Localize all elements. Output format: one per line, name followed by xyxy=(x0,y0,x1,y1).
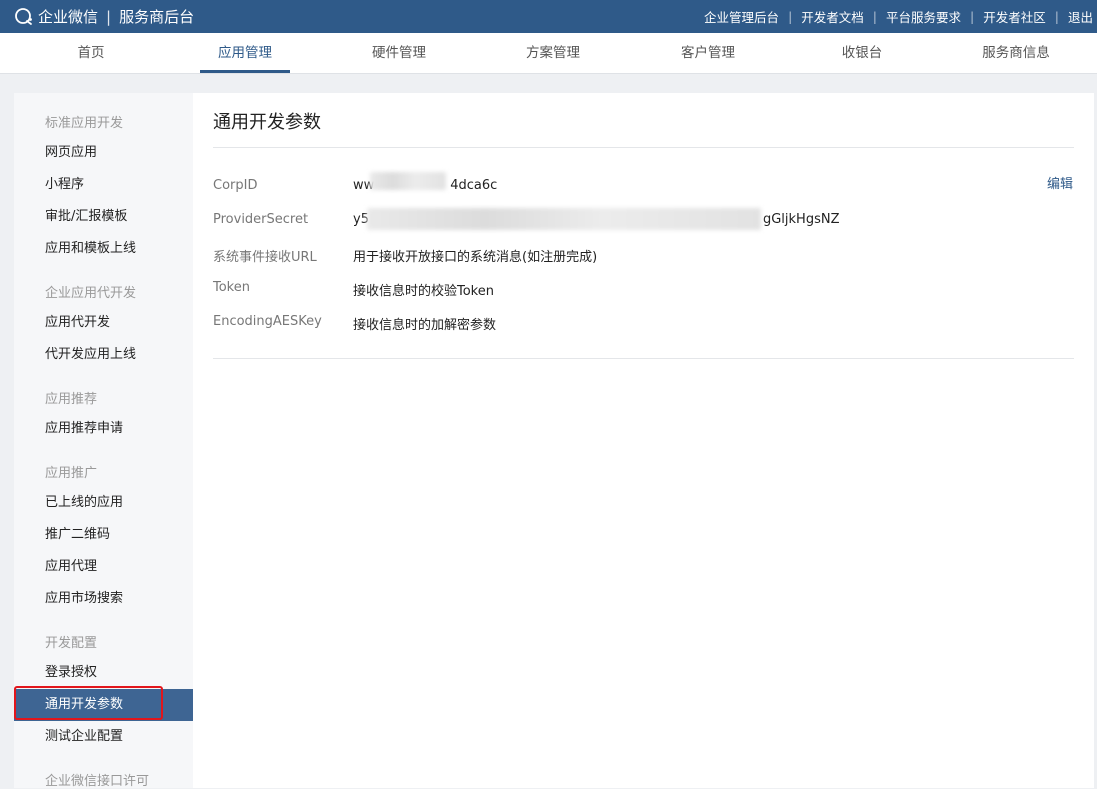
brand-name: 企业微信 xyxy=(38,8,99,26)
main-content: 通用开发参数 编辑 CorpID ww 4dca6c ProviderSecret… xyxy=(193,93,1094,788)
nav-provider-info[interactable]: 服务商信息 xyxy=(978,33,1054,73)
section-divider xyxy=(213,358,1074,359)
nav-solution-management[interactable]: 方案管理 xyxy=(522,33,584,73)
sidebar-item-mini-program[interactable]: 小程序 xyxy=(14,169,193,201)
sidebar-group-app-recommend: 应用推荐 xyxy=(45,392,98,407)
top-bar: 企业微信 | 服务商后台 企业管理后台 | 开发者文档 | 平台服务要求 | 开… xyxy=(0,0,1097,33)
link-logout[interactable]: 退出 xyxy=(1068,7,1093,26)
sidebar-item-app-agent[interactable]: 应用代理 xyxy=(14,551,193,583)
provider-secret-suffix: gGljkHgsNZ xyxy=(762,212,840,227)
sidebar-item-web-app[interactable]: 网页应用 xyxy=(14,137,193,169)
sidebar-item-recommend-apply[interactable]: 应用推荐申请 xyxy=(14,413,193,445)
link-developer-docs[interactable]: 开发者文档 xyxy=(801,7,864,26)
top-links: 企业管理后台 | 开发者文档 | 平台服务要求 | 开发者社区 | 退出 xyxy=(704,0,1093,33)
sidebar-group-interface-license: 企业微信接口许可 xyxy=(45,774,150,789)
token-label: Token xyxy=(213,280,250,295)
brand-separator: | xyxy=(106,7,112,26)
nav-home[interactable]: 首页 xyxy=(60,33,122,73)
sidebar-item-custom-dev[interactable]: 应用代开发 xyxy=(14,307,193,339)
event-url-value: 用于接收开放接口的系统消息(如注册完成) xyxy=(353,250,598,265)
nav-cashier[interactable]: 收银台 xyxy=(836,33,888,73)
nav-hardware-management[interactable]: 硬件管理 xyxy=(368,33,430,73)
token-value: 接收信息时的校验Token xyxy=(353,284,494,299)
corpid-label: CorpID xyxy=(213,178,258,193)
link-developer-community[interactable]: 开发者社区 xyxy=(983,7,1046,26)
event-url-label: 系统事件接收URL xyxy=(213,250,317,265)
page-title: 通用开发参数 xyxy=(213,112,321,133)
sidebar-item-promo-qrcode[interactable]: 推广二维码 xyxy=(14,519,193,551)
main-nav: 首页 应用管理 硬件管理 方案管理 客户管理 收银台 服务商信息 xyxy=(0,33,1097,74)
provider-secret-label: ProviderSecret xyxy=(213,212,309,227)
sidebar: 标准应用开发 网页应用 小程序 审批/汇报模板 应用和模板上线 企业应用代开发 … xyxy=(14,93,194,789)
title-divider xyxy=(213,147,1074,148)
sidebar-item-app-launch[interactable]: 应用和模板上线 xyxy=(14,233,193,265)
sidebar-group-dev-config: 开发配置 xyxy=(45,636,98,651)
link-enterprise-admin[interactable]: 企业管理后台 xyxy=(704,7,779,26)
section-name: 服务商后台 xyxy=(119,8,195,26)
sidebar-group-app-promotion: 应用推广 xyxy=(45,466,98,481)
link-separator: | xyxy=(788,9,793,24)
nav-customer-management[interactable]: 客户管理 xyxy=(677,33,739,73)
aeskey-label: EncodingAESKey xyxy=(213,314,322,329)
redacted-provider-secret xyxy=(367,208,761,230)
link-platform-requirements[interactable]: 平台服务要求 xyxy=(886,7,961,26)
edit-button[interactable]: 编辑 xyxy=(1047,173,1073,192)
link-separator: | xyxy=(970,9,975,24)
sidebar-item-login-auth[interactable]: 登录授权 xyxy=(14,657,193,689)
sidebar-item-approval-template[interactable]: 审批/汇报模板 xyxy=(14,201,193,233)
sidebar-item-general-dev-params[interactable]: 通用开发参数 xyxy=(14,689,193,721)
brand[interactable]: 企业微信 | 服务商后台 xyxy=(14,0,194,33)
redacted-corpid xyxy=(370,172,446,190)
sidebar-item-launched-apps[interactable]: 已上线的应用 xyxy=(14,487,193,519)
sidebar-item-market-search[interactable]: 应用市场搜索 xyxy=(14,583,193,615)
sidebar-item-custom-dev-launch[interactable]: 代开发应用上线 xyxy=(14,339,193,371)
sidebar-group-custom-dev: 企业应用代开发 xyxy=(45,286,137,301)
wecom-logo-icon xyxy=(15,7,32,25)
link-separator: | xyxy=(1054,9,1059,24)
sidebar-item-test-enterprise[interactable]: 测试企业配置 xyxy=(14,721,193,753)
sidebar-group-standard-app: 标准应用开发 xyxy=(45,116,124,131)
link-separator: | xyxy=(872,9,878,24)
corpid-value-suffix: 4dca6c xyxy=(450,178,498,193)
aeskey-value: 接收信息时的加解密参数 xyxy=(353,318,497,333)
nav-app-management[interactable]: 应用管理 xyxy=(200,33,290,73)
